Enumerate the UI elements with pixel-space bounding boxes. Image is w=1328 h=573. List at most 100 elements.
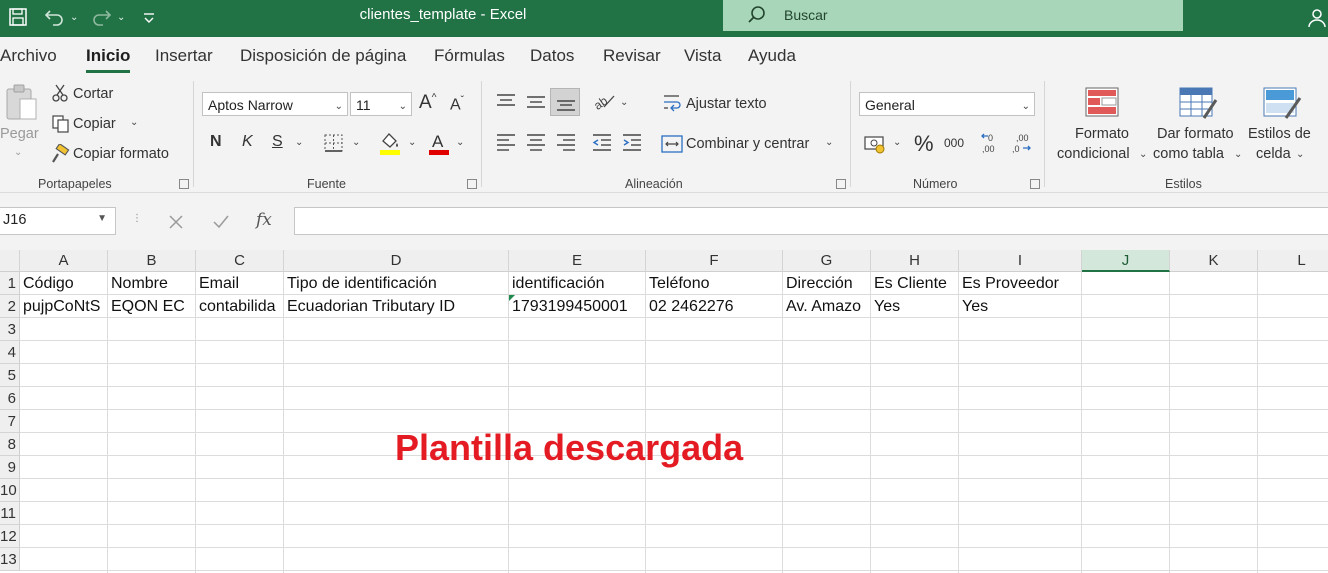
alignment-launcher-icon[interactable] — [836, 179, 846, 189]
row-header-8[interactable]: 8 — [0, 433, 20, 456]
cut-button[interactable]: Cortar — [73, 86, 113, 102]
enter-check-icon[interactable] — [212, 214, 230, 230]
cell-g1[interactable]: Dirección — [783, 272, 870, 295]
orientation-icon[interactable]: ab — [592, 91, 616, 111]
cell-styles-label-1[interactable]: Estilos de — [1248, 126, 1311, 142]
conditional-formatting-label-1[interactable]: Formato — [1075, 126, 1129, 142]
cancel-icon[interactable] — [168, 214, 184, 230]
cell-styles-label-2[interactable]: celda — [1256, 146, 1291, 162]
cell-e1[interactable]: identificación — [509, 272, 645, 295]
percent-style-button[interactable]: % — [914, 131, 934, 157]
cell-h1[interactable]: Es Cliente — [871, 272, 958, 295]
column-header-c[interactable]: C — [196, 250, 284, 272]
row-header-6[interactable]: 6 — [0, 387, 20, 410]
cell-i2[interactable]: Yes — [959, 295, 1081, 318]
align-right-icon[interactable] — [556, 133, 576, 151]
conditional-formatting-dropdown-icon[interactable]: ⌄ — [1139, 149, 1147, 160]
clipboard-launcher-icon[interactable] — [179, 179, 189, 189]
insert-function-icon[interactable]: fx — [256, 210, 272, 230]
paste-button[interactable]: Pegar — [0, 126, 39, 142]
cell-c2[interactable]: contabilida — [196, 295, 283, 318]
accounting-format-icon[interactable] — [864, 134, 888, 154]
decrease-decimal-icon[interactable]: ,00,0 — [1010, 131, 1034, 155]
cell-d2[interactable]: Ecuadorian Tributary ID — [284, 295, 508, 318]
tab-datos[interactable]: Datos — [530, 46, 574, 66]
formula-bar-options-icon[interactable]: ⋮ — [132, 213, 142, 224]
cell-h2[interactable]: Yes — [871, 295, 958, 318]
format-painter-button[interactable]: Copiar formato — [73, 146, 169, 162]
search-input[interactable]: Buscar — [723, 0, 1183, 31]
column-header-i[interactable]: I — [959, 250, 1082, 272]
column-header-a[interactable]: A — [20, 250, 108, 272]
decrease-indent-icon[interactable] — [592, 133, 612, 151]
copy-button[interactable]: Copiar — [73, 116, 116, 132]
paste-dropdown-icon[interactable]: ⌄ — [14, 147, 22, 158]
number-format-select[interactable]: General ⌄ — [859, 92, 1035, 116]
number-as-text-warning-icon[interactable] — [509, 295, 515, 301]
fill-color-icon[interactable] — [379, 131, 401, 155]
row-header-10[interactable]: 10 — [0, 479, 20, 502]
accounting-dropdown-icon[interactable]: ⌄ — [893, 137, 901, 148]
comma-style-button[interactable]: 000 — [944, 136, 964, 150]
align-top-icon[interactable] — [496, 92, 516, 110]
decrease-font-size-icon[interactable]: Aˇ — [450, 95, 464, 114]
tab-formulas[interactable]: Fórmulas — [434, 46, 505, 66]
column-header-e[interactable]: E — [509, 250, 646, 272]
cell-c1[interactable]: Email — [196, 272, 283, 295]
align-bottom-button[interactable] — [550, 88, 580, 116]
row-header-1[interactable]: 1 — [0, 272, 20, 295]
number-launcher-icon[interactable] — [1030, 179, 1040, 189]
align-middle-icon[interactable] — [526, 92, 546, 110]
tab-archivo[interactable]: Archivo — [0, 46, 57, 66]
align-left-icon[interactable] — [496, 133, 516, 151]
cell-i1[interactable]: Es Proveedor — [959, 272, 1081, 295]
paste-icon[interactable] — [4, 83, 40, 123]
font-launcher-icon[interactable] — [467, 179, 477, 189]
row-header-3[interactable]: 3 — [0, 318, 20, 341]
format-as-table-dropdown-icon[interactable]: ⌄ — [1234, 149, 1242, 160]
wrap-text-button[interactable]: Ajustar texto — [686, 96, 767, 112]
bold-button[interactable]: N — [210, 133, 222, 151]
column-header-b[interactable]: B — [108, 250, 196, 272]
row-header-13[interactable]: 13 — [0, 548, 20, 571]
underline-dropdown-icon[interactable]: ⌄ — [295, 137, 303, 148]
row-header-2[interactable]: 2 — [0, 295, 20, 318]
column-header-l[interactable]: L — [1258, 250, 1328, 272]
cell-b2[interactable]: EQON EC — [108, 295, 195, 318]
borders-dropdown-icon[interactable]: ⌄ — [352, 137, 360, 148]
row-header-4[interactable]: 4 — [0, 341, 20, 364]
fill-color-dropdown-icon[interactable]: ⌄ — [408, 137, 416, 148]
font-color-dropdown-icon[interactable]: ⌄ — [456, 137, 464, 148]
borders-icon[interactable] — [324, 134, 344, 152]
increase-font-size-icon[interactable]: A^ — [419, 92, 436, 114]
font-size-select[interactable]: 11 ⌄ — [350, 92, 412, 116]
cell-styles-dropdown-icon[interactable]: ⌄ — [1296, 149, 1304, 160]
cell-a2[interactable]: pujpCoNtS — [20, 295, 107, 318]
tab-vista[interactable]: Vista — [684, 46, 722, 66]
format-as-table-label-2[interactable]: como tabla — [1153, 146, 1224, 162]
tab-ayuda[interactable]: Ayuda — [748, 46, 796, 66]
copy-dropdown-icon[interactable]: ⌄ — [130, 117, 138, 128]
font-name-select[interactable]: Aptos Narrow ⌄ — [202, 92, 348, 116]
column-header-j[interactable]: J — [1082, 250, 1170, 272]
merge-center-button[interactable]: Combinar y centrar — [686, 136, 809, 152]
increase-decimal-icon[interactable]: 0,00 — [980, 131, 1004, 155]
column-header-f[interactable]: F — [646, 250, 783, 272]
row-header-11[interactable]: 11 — [0, 502, 20, 525]
row-header-5[interactable]: 5 — [0, 364, 20, 387]
cell-f2[interactable]: 02 2462276 — [646, 295, 782, 318]
cell-d1[interactable]: Tipo de identificación — [284, 272, 508, 295]
cell-b1[interactable]: Nombre — [108, 272, 195, 295]
tab-inicio[interactable]: Inicio — [86, 46, 130, 66]
increase-indent-icon[interactable] — [622, 133, 642, 151]
column-header-d[interactable]: D — [284, 250, 509, 272]
conditional-formatting-label-2[interactable]: condicional — [1057, 146, 1130, 162]
font-color-icon[interactable]: A — [428, 131, 450, 155]
row-header-12[interactable]: 12 — [0, 525, 20, 548]
tab-revisar[interactable]: Revisar — [603, 46, 661, 66]
name-box[interactable]: J16 ▼ — [0, 207, 116, 235]
tab-disposicion-pagina[interactable]: Disposición de página — [240, 46, 406, 66]
cell-a1[interactable]: Código — [20, 272, 107, 295]
merge-dropdown-icon[interactable]: ⌄ — [825, 137, 833, 148]
orientation-dropdown-icon[interactable]: ⌄ — [620, 97, 628, 108]
